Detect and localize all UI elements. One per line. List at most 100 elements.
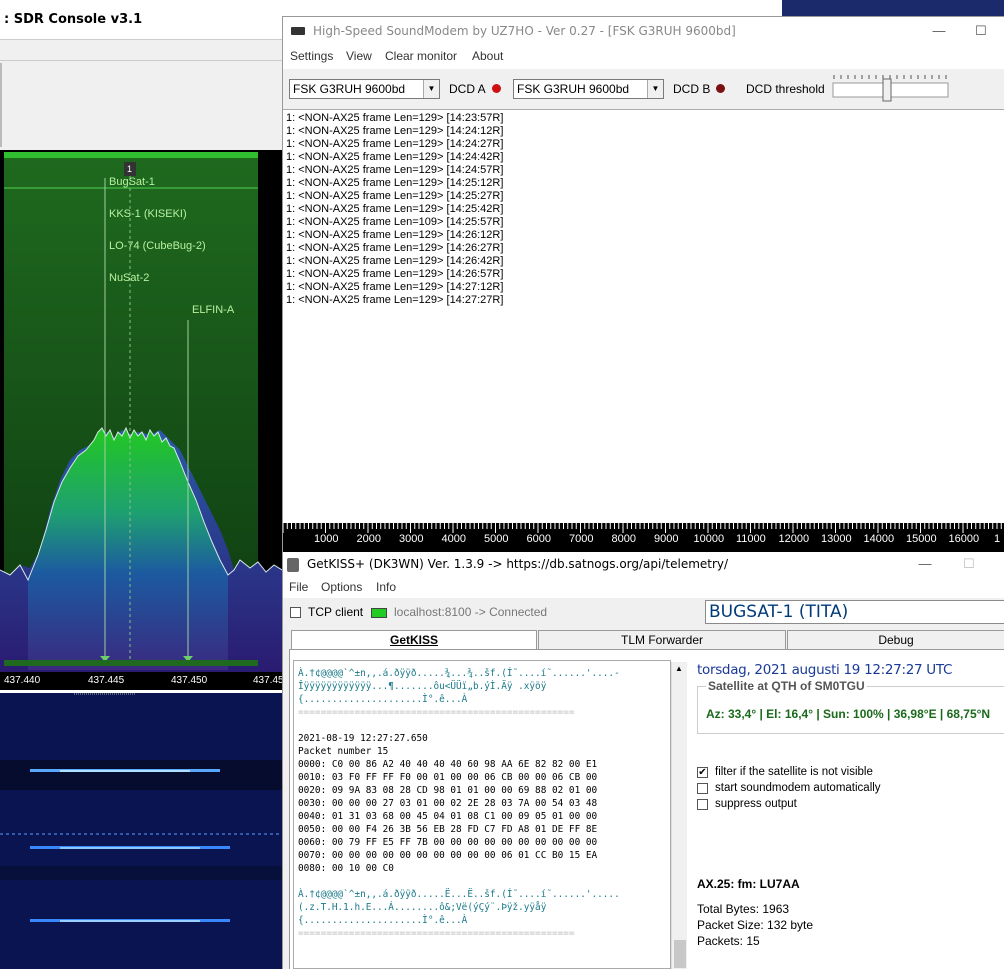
scale-tick-label: 12000 <box>778 533 810 545</box>
freq-tick: 437.45 <box>253 675 284 686</box>
suppress-output-label: suppress output <box>715 798 797 810</box>
monitor-line: 1: <NON-AX25 frame Len=129> [14:26:27R] <box>286 242 504 254</box>
scale-tick-label: 8000 <box>611 533 636 545</box>
dcd-threshold-slider[interactable] <box>831 71 951 105</box>
sat-label-nusat2[interactable]: NuSat-2 <box>109 272 149 284</box>
modem-a-select[interactable]: FSK G3RUH 9600bd ▼ <box>289 79 440 99</box>
tcp-client-label: TCP client <box>308 605 364 619</box>
menu-settings[interactable]: Settings <box>290 49 333 63</box>
desktop: : SDR Console v3.1 1 BugSat-1 KKS-1 (KIS… <box>0 0 1004 969</box>
sdr-console-ribbon <box>0 40 282 60</box>
tab-debug[interactable]: Debug <box>787 630 1004 650</box>
sdr-frequency-scale[interactable]: 437.440 437.445 437.450 437.45 <box>0 672 284 690</box>
soundmodem-monitor[interactable]: 1: <NON-AX25 frame Len=129> [14:23:57R] 1… <box>283 109 1004 523</box>
packet-log-line: 0030: 00 00 00 27 03 01 00 02 2E 28 03 7… <box>298 798 598 809</box>
packet-log-line: À.†¢@@@@`^±n,,.á.ðÿÿð.....Ë...Ë..šf.(Í˜.… <box>298 889 620 900</box>
modem-b-value: FSK G3RUH 9600bd <box>517 82 630 96</box>
sat-label-bugsat[interactable]: BugSat-1 <box>109 176 155 188</box>
monitor-line: 1: <NON-AX25 frame Len=129> [14:24:12R] <box>286 125 504 137</box>
filter-visible-label: filter if the satellite is not visible <box>715 766 873 778</box>
getkiss-titlebar[interactable]: GetKISS+ (DK3WN) Ver. 1.3.9 -> https://d… <box>283 552 1004 578</box>
scroll-up-icon[interactable]: ▲ <box>675 664 683 673</box>
packet-log[interactable]: À.†¢@@@@`^±n,,.á.ðÿÿð.....¾...¾..šf.(Í˜.… <box>293 660 671 969</box>
menu-view[interactable]: View <box>346 49 372 63</box>
tab-tlm-forwarder[interactable]: TLM Forwarder <box>538 630 786 650</box>
sat-label-lo74[interactable]: LO-74 (CubeBug-2) <box>109 240 206 252</box>
tcp-client-checkbox[interactable] <box>290 607 301 618</box>
minimize-icon[interactable]: — <box>927 21 951 41</box>
dcd-threshold-label: DCD threshold <box>746 82 825 96</box>
soundmodem-spectrum-scale: 1000 2000 3000 4000 5000 6000 7000 8000 9000 1000… <box>282 523 1004 553</box>
chevron-down-icon[interactable]: ▼ <box>647 80 663 98</box>
packet-log-line <box>298 875 666 888</box>
scale-tick-label: 3000 <box>399 533 424 545</box>
packet-log-line: 0060: 00 79 FF E5 FF 7B 00 00 00 00 00 0… <box>298 837 598 848</box>
scale-tick-label: 15000 <box>906 533 937 545</box>
dcd-a-indicator <box>492 84 501 93</box>
scale-tick-label: 6000 <box>526 533 551 545</box>
menu-info[interactable]: Info <box>376 580 396 594</box>
start-soundmodem-checkbox[interactable] <box>697 783 708 794</box>
soundmodem-toolbar: FSK G3RUH 9600bd ▼ DCD A FSK G3RUH 9600b… <box>283 69 1004 109</box>
monitor-line: 1: <NON-AX25 frame Len=129> [14:25:42R] <box>286 203 504 215</box>
dcd-b-indicator <box>716 84 725 93</box>
menu-clear-monitor[interactable]: Clear monitor <box>385 49 457 63</box>
monitor-line: 1: <NON-AX25 frame Len=129> [14:25:12R] <box>286 177 504 189</box>
scale-tick-label: 2000 <box>356 533 381 545</box>
packet-log-line: 0000: C0 00 86 A2 40 40 40 40 60 98 AA 6… <box>298 759 598 770</box>
filter-visible-checkbox[interactable]: ✔ <box>697 767 708 778</box>
monitor-line: 1: <NON-AX25 frame Len=129> [14:24:42R] <box>286 151 504 163</box>
menu-options[interactable]: Options <box>321 580 362 594</box>
maximize-icon[interactable]: ☐ <box>957 554 981 574</box>
scale-tick-label: 11000 <box>736 533 766 545</box>
total-bytes: Total Bytes: 1963 <box>697 902 790 916</box>
maximize-icon[interactable]: ☐ <box>969 21 993 41</box>
suppress-output-checkbox[interactable] <box>697 799 708 810</box>
soundmodem-window: High-Speed SoundModem by UZ7HO - Ver 0.2… <box>282 16 1004 553</box>
modem-b-select[interactable]: FSK G3RUH 9600bd ▼ <box>513 79 664 99</box>
packet-log-line: 2021-08-19 12:27:27.650 <box>298 733 428 744</box>
satellite-position-group: Satellite at QTH of SM0TGU Az: 33,4° | E… <box>697 679 1004 734</box>
tab-getkiss[interactable]: GetKISS <box>291 630 537 650</box>
sat-label-elfin[interactable]: ELFIN-A <box>192 304 234 316</box>
monitor-line: 1: <NON-AX25 frame Len=129> [14:25:27R] <box>286 190 504 202</box>
spectrum-svg <box>0 150 283 676</box>
chevron-down-icon[interactable]: ▼ <box>423 80 439 98</box>
scale-tick-label: 5000 <box>484 533 509 545</box>
packet-log-line: 0080: 00 10 00 C0 <box>298 863 394 874</box>
getkiss-window: GetKISS+ (DK3WN) Ver. 1.3.9 -> https://d… <box>282 552 1004 969</box>
freq-tick: 437.440 <box>4 675 41 686</box>
getkiss-app-icon <box>287 558 299 572</box>
connection-status: localhost:8100 -> Connected <box>394 605 548 619</box>
satellite-position-caption: Satellite at QTH of SM0TGU <box>706 679 867 693</box>
packet-log-line: (.z.T.H.1.h.E...Á........ô&;Vë(ýÇý¨.Þÿž.… <box>298 902 547 913</box>
waterfall-svg <box>0 690 282 969</box>
soundmodem-titlebar[interactable]: High-Speed SoundModem by UZ7HO - Ver 0.2… <box>283 17 1004 45</box>
getkiss-menubar: File Options Info <box>283 578 1004 598</box>
menu-file[interactable]: File <box>289 580 308 594</box>
packet-log-line: 0020: 09 9A 83 08 28 CD 98 01 01 00 00 6… <box>298 785 598 796</box>
ax25-source: AX.25: fm: LU7AA <box>697 877 800 891</box>
monitor-line: 1: <NON-AX25 frame Len=129> [14:26:57R] <box>286 268 504 280</box>
scrollbar-thumb[interactable] <box>674 940 686 968</box>
sdr-spectrum-display[interactable]: 1 BugSat-1 KKS-1 (KISEKI) LO-74 (CubeBug… <box>0 150 283 676</box>
start-soundmodem-label: start soundmodem automatically <box>715 782 881 794</box>
monitor-line: 1: <NON-AX25 frame Len=129> [14:23:57R] <box>286 112 504 124</box>
packet-log-scrollbar[interactable]: ▲ <box>671 662 687 969</box>
sdr-waterfall[interactable] <box>0 690 282 969</box>
packets-count: Packets: 15 <box>697 934 760 948</box>
minimize-icon[interactable]: — <box>913 554 937 574</box>
sdr-console-title: : SDR Console v3.1 <box>4 12 143 27</box>
soundmodem-title: High-Speed SoundModem by UZ7HO - Ver 0.2… <box>313 24 736 38</box>
sat-label-kks1[interactable]: KKS-1 (KISEKI) <box>109 208 187 220</box>
satellite-name-field[interactable]: BUGSAT-1 (TITA) <box>705 600 1004 624</box>
scale-tick-label: 16000 <box>948 533 980 545</box>
soundmodem-app-icon <box>291 27 305 35</box>
menu-about[interactable]: About <box>472 49 503 63</box>
scale-tick-label: 1000 <box>314 533 339 545</box>
scale-tick-label: 9000 <box>654 533 679 545</box>
monitor-line: 1: <NON-AX25 frame Len=129> [14:26:12R] <box>286 229 504 241</box>
modem-a-value: FSK G3RUH 9600bd <box>293 82 406 96</box>
packet-log-line: 0070: 00 00 00 00 00 00 00 00 00 00 06 0… <box>298 850 598 861</box>
packet-log-line: {.....................Ì°.ê...À <box>298 694 468 705</box>
